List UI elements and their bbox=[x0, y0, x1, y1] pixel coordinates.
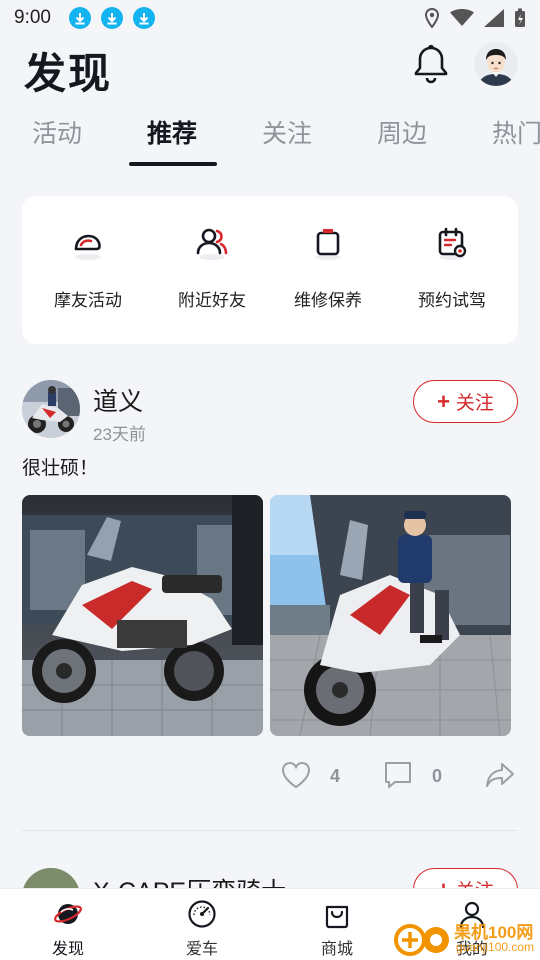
quick-action-label: 摩友活动 bbox=[54, 291, 122, 310]
active-tab-indicator bbox=[129, 162, 217, 166]
notification-bell-icon[interactable] bbox=[412, 44, 450, 84]
comment-count: 0 bbox=[432, 766, 443, 786]
nav-my-car[interactable]: 爱车 bbox=[162, 899, 242, 959]
quick-actions-card: 摩友活动 附近好友 维修保养 预约试驾 bbox=[22, 196, 518, 344]
download-notification-icon bbox=[100, 7, 123, 29]
quick-action-label: 维修保养 bbox=[294, 291, 362, 310]
like-icon[interactable] bbox=[280, 760, 312, 795]
follow-button[interactable]: + 关注 bbox=[413, 380, 518, 423]
calendar-icon bbox=[432, 224, 472, 264]
quick-action-nearby-friends[interactable]: 附近好友 bbox=[154, 224, 270, 311]
quick-action-label: 预约试驾 bbox=[418, 291, 486, 310]
quick-action-rider-events[interactable]: 摩友活动 bbox=[30, 224, 146, 311]
status-time: 9:00 bbox=[14, 7, 51, 28]
wifi-icon bbox=[450, 9, 474, 26]
category-tabs: 活动 推荐 关注 周边 热门 bbox=[0, 100, 540, 168]
tab-activity[interactable]: 活动 bbox=[32, 114, 82, 150]
post-author-avatar[interactable] bbox=[22, 380, 80, 438]
like-count: 4 bbox=[330, 766, 341, 786]
speedometer-icon bbox=[187, 899, 217, 929]
comment-icon[interactable] bbox=[382, 760, 414, 795]
feed-post: 道义 23天前 + 关注 很壮硕！ 4 0 bbox=[0, 360, 540, 832]
nav-label: 发现 bbox=[51, 941, 84, 958]
quick-action-maintenance[interactable]: 维修保养 bbox=[270, 224, 386, 311]
signal-icon bbox=[484, 9, 504, 27]
location-icon bbox=[424, 8, 440, 28]
battery-icon bbox=[308, 224, 348, 264]
post-author-name[interactable]: 道义 bbox=[93, 382, 143, 418]
post-divider bbox=[22, 830, 518, 831]
battery-status-icon bbox=[515, 8, 525, 27]
tab-following[interactable]: 关注 bbox=[262, 114, 312, 150]
user-avatar[interactable] bbox=[474, 42, 518, 86]
post-timestamp: 23天前 bbox=[93, 425, 146, 444]
nav-label: 爱车 bbox=[185, 941, 218, 958]
planet-icon bbox=[53, 899, 83, 929]
plus-icon: + bbox=[437, 388, 450, 414]
share-icon[interactable] bbox=[484, 760, 516, 795]
nav-mall[interactable]: 商城 bbox=[297, 899, 377, 959]
post-image[interactable] bbox=[270, 495, 511, 736]
helmet-icon bbox=[68, 224, 108, 264]
follow-label: 关注 bbox=[455, 393, 494, 414]
tab-hot[interactable]: 热门 bbox=[492, 114, 540, 150]
download-notification-icon bbox=[68, 7, 91, 29]
friends-icon bbox=[192, 224, 232, 264]
shopping-bag-icon bbox=[322, 899, 352, 929]
download-notification-icon bbox=[132, 7, 155, 29]
status-bar: 9:00 bbox=[0, 0, 540, 36]
nav-discover[interactable]: 发现 bbox=[28, 899, 108, 959]
post-text: 很壮硕！ bbox=[22, 458, 99, 479]
nav-label: 商城 bbox=[320, 941, 353, 958]
quick-action-label: 附近好友 bbox=[178, 291, 246, 310]
header: 发现 bbox=[0, 36, 540, 97]
post-image[interactable] bbox=[22, 495, 263, 736]
site-watermark: 果机100网 guanji100.com bbox=[392, 916, 540, 960]
quick-action-test-ride[interactable]: 预约试驾 bbox=[394, 224, 510, 311]
tab-nearby[interactable]: 周边 bbox=[377, 114, 427, 150]
tab-recommend[interactable]: 推荐 bbox=[147, 114, 197, 150]
watermark-url: guanji100.com bbox=[456, 940, 535, 954]
page-title: 发现 bbox=[24, 50, 113, 97]
